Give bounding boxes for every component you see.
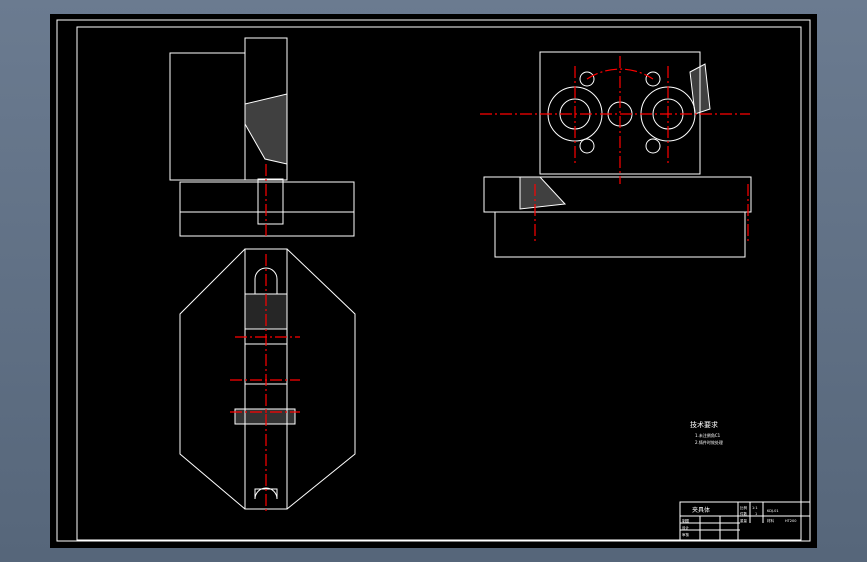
count-label: 件数 <box>740 511 748 516</box>
inner-border <box>76 26 802 541</box>
material-label: 材料 <box>767 518 775 523</box>
design-label: 设计 <box>682 525 690 530</box>
scale-value: 1:1 <box>752 506 758 510</box>
cad-drawing: 技术要求 1.未注倒角C1 2.铸件时效处理 夹具体 比例 1:1 件数 1 重… <box>56 19 811 542</box>
side-view <box>169 37 355 237</box>
drawing-no: KDJ-01 <box>767 509 779 513</box>
front-view <box>483 51 752 258</box>
drawn-label: 制图 <box>682 518 690 523</box>
drawing-canvas[interactable]: 技术要求 1.未注倒角C1 2.铸件时效处理 夹具体 比例 1:1 件数 1 重… <box>50 14 817 548</box>
tech-req-1: 1.未注倒角C1 <box>695 432 721 438</box>
count-value: 1 <box>755 512 757 516</box>
plan-view <box>179 248 356 510</box>
part-name: 夹具体 <box>692 506 710 514</box>
scale-label: 比例 <box>740 505 748 510</box>
check-label: 审核 <box>682 532 690 537</box>
tech-req-title: 技术要求 <box>690 420 718 429</box>
tech-req-2: 2.铸件时效处理 <box>695 439 723 445</box>
material-value: HT200 <box>785 519 796 523</box>
weight-label: 重量 <box>740 518 748 523</box>
center-lines <box>230 56 750 514</box>
